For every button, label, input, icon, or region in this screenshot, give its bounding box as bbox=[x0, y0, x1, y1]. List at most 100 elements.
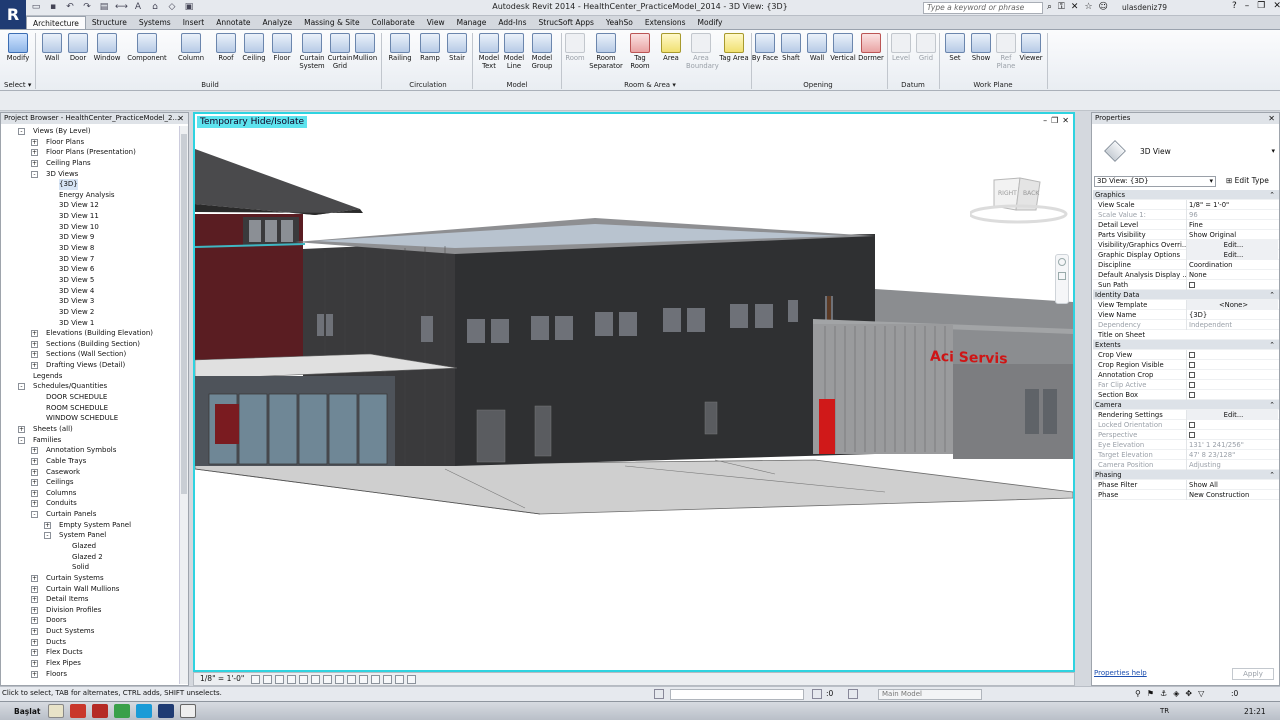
property-group-header[interactable]: Identity Data ⌃ bbox=[1093, 290, 1279, 300]
expand-icon[interactable]: + bbox=[31, 489, 38, 497]
ribbon-tab[interactable]: Extensions bbox=[639, 16, 692, 29]
collapse-icon[interactable]: ⌃ bbox=[1269, 340, 1275, 350]
expand-icon[interactable]: + bbox=[31, 628, 38, 636]
worksets-icon[interactable] bbox=[654, 689, 664, 699]
property-value[interactable]: Fine bbox=[1186, 220, 1278, 230]
tree-item[interactable]: - Views (By Level) bbox=[1, 126, 179, 137]
highlight-displacement-icon[interactable] bbox=[383, 675, 392, 684]
property-group-header[interactable]: Extents ⌃ bbox=[1093, 340, 1279, 350]
expand-icon[interactable]: + bbox=[31, 447, 38, 455]
measure-icon[interactable]: ⟷ bbox=[115, 2, 128, 13]
tree-item[interactable]: + Division Profiles bbox=[1, 605, 179, 616]
property-value[interactable]: {3D} bbox=[1186, 310, 1278, 320]
detail-level-icon[interactable] bbox=[251, 675, 260, 684]
filter-icon[interactable]: ▽ bbox=[1198, 689, 1204, 698]
ribbon-tab[interactable]: StrucSoft Apps bbox=[533, 16, 600, 29]
tree-item[interactable]: 3D View 3 bbox=[1, 296, 179, 307]
constraints-icon[interactable] bbox=[395, 675, 404, 684]
tree-item[interactable]: + Conduits bbox=[1, 498, 179, 509]
expand-icon[interactable]: + bbox=[31, 500, 38, 508]
property-value[interactable]: Show All bbox=[1186, 480, 1278, 490]
temporary-hide-icon[interactable] bbox=[347, 675, 356, 684]
zoom-icon[interactable] bbox=[1058, 272, 1066, 280]
language-indicator[interactable]: TR bbox=[1160, 707, 1169, 715]
model-line-button[interactable]: Model Line bbox=[499, 33, 529, 70]
tree-item[interactable]: + Annotation Symbols bbox=[1, 445, 179, 456]
expand-icon[interactable]: + bbox=[31, 574, 38, 582]
camtasia-icon[interactable] bbox=[180, 704, 196, 718]
text-icon[interactable]: A bbox=[132, 2, 144, 13]
tree-item[interactable]: 3D View 9 bbox=[1, 232, 179, 243]
model-group-button[interactable]: Model Group bbox=[527, 33, 557, 70]
viewer-button[interactable]: Viewer bbox=[1016, 33, 1046, 63]
properties-help-link[interactable]: Properties help bbox=[1094, 669, 1147, 677]
property-value[interactable]: Coordination bbox=[1186, 260, 1278, 270]
expand-icon[interactable]: + bbox=[31, 670, 38, 678]
expand-icon[interactable]: + bbox=[31, 617, 38, 625]
tree-item[interactable]: + Ceilings bbox=[1, 477, 179, 488]
property-group-header[interactable]: Graphics ⌃ bbox=[1093, 190, 1279, 200]
tree-item[interactable]: + Drafting Views (Detail) bbox=[1, 360, 179, 371]
analysis-display-icon[interactable] bbox=[371, 675, 380, 684]
property-group-header[interactable]: Phasing ⌃ bbox=[1093, 470, 1279, 480]
grid-button[interactable]: Grid bbox=[911, 33, 941, 63]
expand-icon[interactable]: + bbox=[31, 660, 38, 668]
curtain-system-button[interactable]: Curtain System bbox=[297, 33, 327, 70]
project-browser-scrollbar[interactable] bbox=[179, 126, 188, 684]
area-boundary-button[interactable]: Area Boundary bbox=[686, 33, 719, 70]
collapse-icon[interactable]: - bbox=[31, 170, 38, 178]
panel-label-room-area[interactable]: Room & Area ▾ bbox=[618, 81, 682, 89]
collapse-icon[interactable]: ⌃ bbox=[1269, 190, 1275, 200]
expand-icon[interactable]: + bbox=[31, 638, 38, 646]
tree-item[interactable]: Legends bbox=[1, 371, 179, 382]
expand-icon[interactable]: + bbox=[31, 351, 38, 359]
tree-item[interactable]: ROOM SCHEDULE bbox=[1, 403, 179, 414]
property-edit-button[interactable]: <None> bbox=[1186, 300, 1278, 310]
tree-item[interactable]: 3D View 4 bbox=[1, 286, 179, 297]
restore-icon[interactable]: ❐ bbox=[1257, 1, 1265, 11]
tree-item[interactable]: + Doors bbox=[1, 615, 179, 626]
scrollbar-thumb[interactable] bbox=[181, 134, 187, 494]
instance-filter-select[interactable]: 3D View: {3D} ▾ bbox=[1094, 176, 1216, 187]
checkbox[interactable] bbox=[1189, 372, 1195, 378]
area-button[interactable]: Area bbox=[656, 33, 686, 63]
edit-type-button[interactable]: ⊞ Edit Type bbox=[1226, 176, 1269, 185]
tree-item[interactable]: + Empty System Panel bbox=[1, 520, 179, 531]
ribbon-tab[interactable]: Modify bbox=[692, 16, 729, 29]
editable-only-icon[interactable] bbox=[812, 689, 822, 699]
property-value[interactable]: Independent bbox=[1186, 320, 1278, 330]
ribbon-tab[interactable]: Structure bbox=[86, 16, 133, 29]
link-select-icon[interactable]: ⚲ bbox=[1135, 689, 1141, 698]
crop-view-icon[interactable] bbox=[311, 675, 320, 684]
property-value[interactable]: New Construction bbox=[1186, 490, 1278, 500]
checkbox[interactable] bbox=[1189, 392, 1195, 398]
property-value[interactable]: Adjusting bbox=[1186, 460, 1278, 470]
expand-icon[interactable]: + bbox=[31, 479, 38, 487]
tree-item[interactable]: + Columns bbox=[1, 488, 179, 499]
minimize-icon[interactable]: – bbox=[1043, 116, 1047, 125]
apply-button[interactable]: Apply bbox=[1232, 668, 1274, 680]
tree-item[interactable]: + Floor Plans (Presentation) bbox=[1, 147, 179, 158]
tree-item[interactable]: + Casework bbox=[1, 467, 179, 478]
floor-button[interactable]: Floor bbox=[267, 33, 297, 63]
ribbon-tab[interactable]: Manage bbox=[451, 16, 493, 29]
tree-item[interactable]: + Elevations (Building Elevation) bbox=[1, 328, 179, 339]
tree-item[interactable]: Glazed bbox=[1, 541, 179, 552]
navigation-bar[interactable] bbox=[1055, 254, 1069, 304]
tree-item[interactable]: Glazed 2 bbox=[1, 552, 179, 563]
expand-icon[interactable]: + bbox=[31, 596, 38, 604]
property-value[interactable]: 131' 1 241/256" bbox=[1186, 440, 1278, 450]
building-model[interactable] bbox=[195, 114, 1073, 670]
property-group-header[interactable]: Camera ⌃ bbox=[1093, 400, 1279, 410]
property-value[interactable]: 1/8" = 1'-0" bbox=[1186, 200, 1278, 210]
section-icon[interactable]: ◇ bbox=[166, 2, 178, 13]
ribbon-tab[interactable]: Insert bbox=[177, 16, 211, 29]
column-button[interactable]: Column bbox=[176, 33, 206, 63]
tree-item[interactable]: 3D View 1 bbox=[1, 318, 179, 329]
tree-item[interactable]: + Ceiling Plans bbox=[1, 158, 179, 169]
property-value[interactable]: 96 bbox=[1186, 210, 1278, 220]
ribbon-tab[interactable]: Systems bbox=[133, 16, 177, 29]
ribbon-tab[interactable]: Analyze bbox=[257, 16, 299, 29]
property-edit-button[interactable]: Edit... bbox=[1186, 240, 1278, 250]
application-menu-button[interactable]: R bbox=[0, 0, 26, 32]
